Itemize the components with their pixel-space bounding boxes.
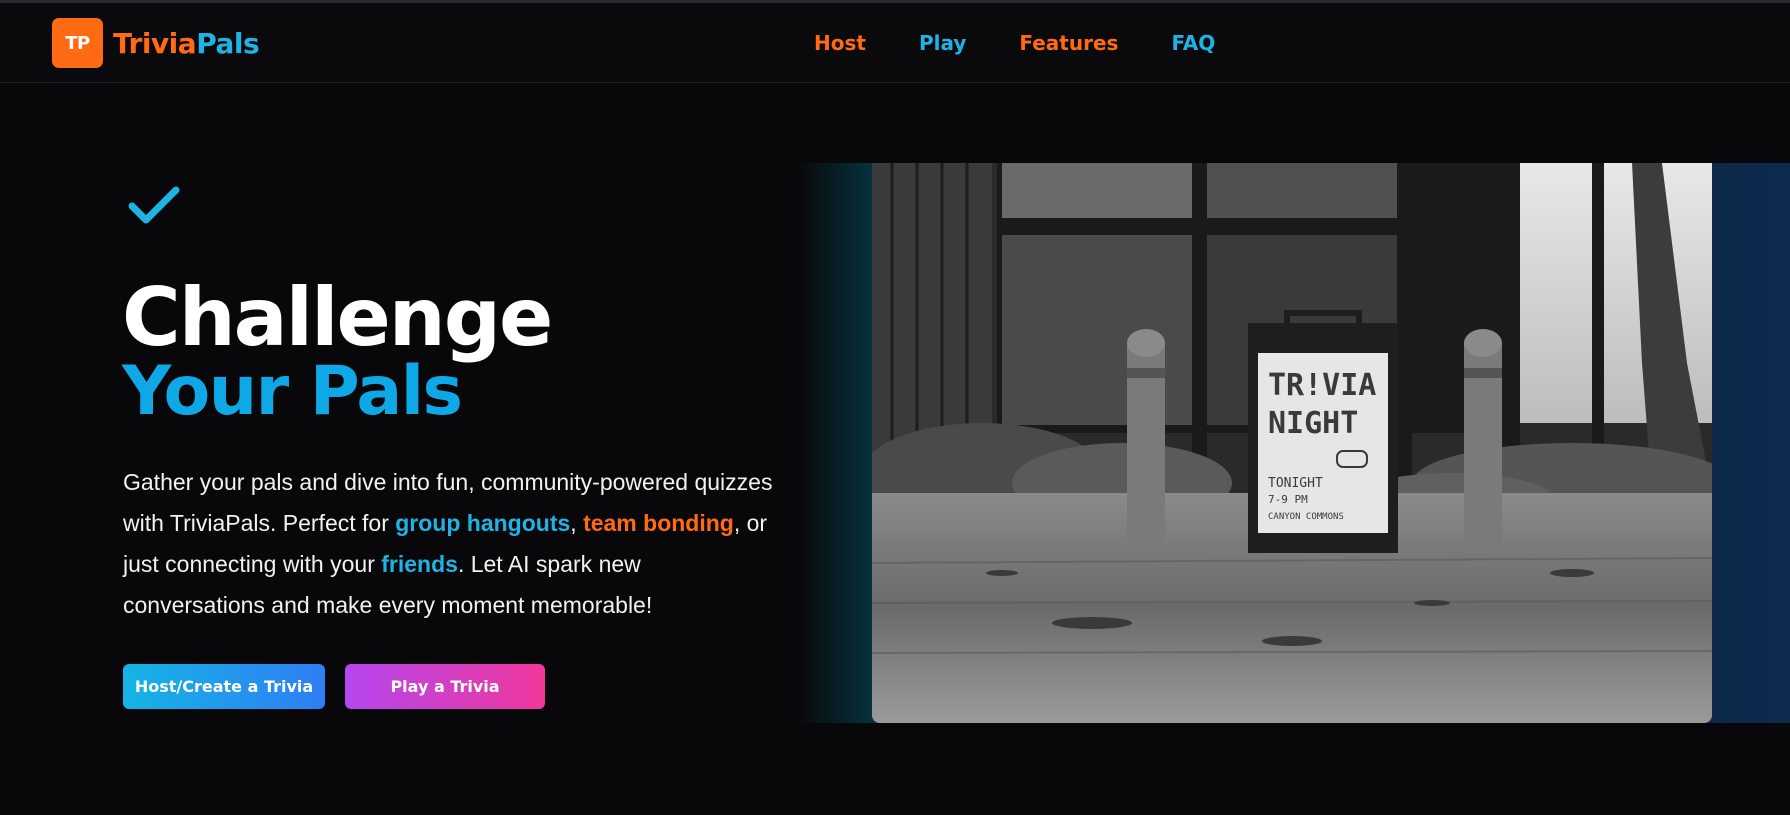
sign-text-location: CANYON COMMONS (1268, 512, 1344, 522)
main-nav: Host Play Features FAQ (814, 31, 1268, 55)
site-header: TP TriviaPals Host Play Features FAQ (0, 3, 1790, 83)
host-create-trivia-button[interactable]: Host/Create a Trivia (123, 664, 325, 709)
nav-faq[interactable]: FAQ (1171, 31, 1215, 55)
desc-highlight-group-hangouts: group hangouts (395, 510, 571, 536)
logo-text-pals: Pals (196, 26, 260, 60)
nav-features[interactable]: Features (1019, 31, 1118, 55)
logo-badge: TP (52, 18, 103, 68)
trivia-night-photo: TR!VIA NIGHT TONIGHT 7-9 PM CANYON COMMO… (872, 163, 1712, 723)
desc-highlight-friends: friends (381, 551, 458, 577)
desc-highlight-team-bonding: team bonding (583, 510, 734, 536)
logo-text-trivia: Trivia (113, 26, 197, 60)
sign-text-time: 7-9 PM (1268, 493, 1308, 506)
play-trivia-button[interactable]: Play a Trivia (345, 664, 545, 709)
hero-description: Gather your pals and dive into fun, comm… (123, 462, 783, 626)
logo-link[interactable]: TP TriviaPals (52, 18, 260, 68)
desc-text-2: , (570, 510, 584, 536)
hero-title-line1: Challenge (122, 271, 553, 364)
sign-text-tonight: TONIGHT (1268, 476, 1323, 491)
check-icon (128, 186, 180, 224)
nav-play[interactable]: Play (919, 31, 966, 55)
logo-text: TriviaPals (113, 26, 260, 60)
sign-text-night: NIGHT (1268, 406, 1358, 441)
sign-text-trivia: TR!VIA (1268, 368, 1376, 403)
hero-photo: TR!VIA NIGHT TONIGHT 7-9 PM CANYON COMMO… (872, 163, 1712, 723)
nav-host[interactable]: Host (814, 31, 866, 55)
hero-title-line2: Your Pals (122, 352, 463, 431)
